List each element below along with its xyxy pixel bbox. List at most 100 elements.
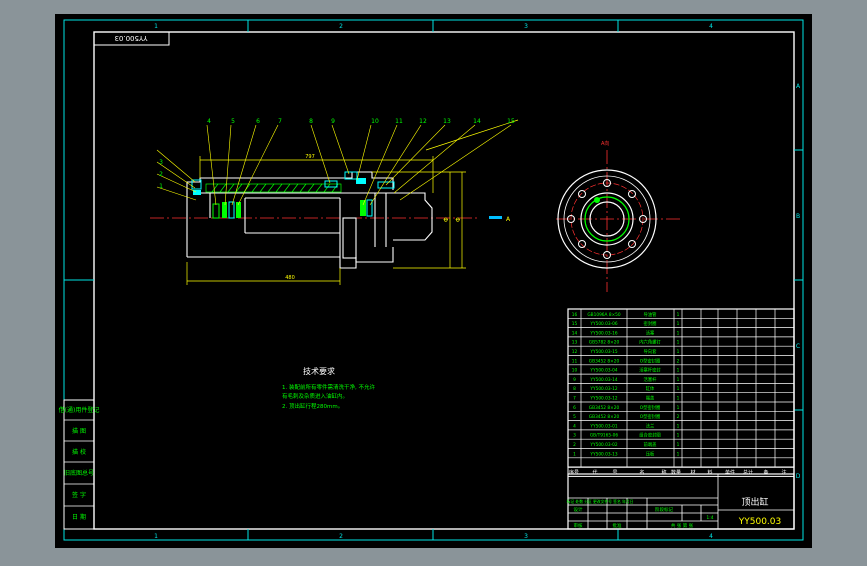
balloon-number: 6 xyxy=(256,118,260,125)
bom-cell-name: 导向套 xyxy=(644,348,658,355)
bom-cell-code: YY500.03-15 xyxy=(589,349,618,355)
bom-cell-qty: 1 xyxy=(677,368,680,374)
tech-note: 1. 装配前所有零件需清洗干净, 不允许 xyxy=(282,383,375,391)
bom-header-cell: 号 xyxy=(612,470,617,476)
side-cell: 借(通)用件登记 xyxy=(59,406,100,414)
dimension-text: 480 xyxy=(285,275,295,281)
title-cell: 审核 xyxy=(574,522,583,529)
title-cell: 1:4 xyxy=(706,515,713,521)
zone-col-label: 1 xyxy=(154,23,158,30)
bom-header-cell: 料 xyxy=(707,469,712,476)
bom-cell-qty: 1 xyxy=(677,349,680,355)
bom-cell-code: YY500.03-13 xyxy=(589,451,618,457)
bom-cell-code: GB1096A 8×50 xyxy=(587,312,621,318)
bom-header-cell: 备 xyxy=(763,469,768,476)
bom-header-cell: 注 xyxy=(781,469,786,476)
zone-row-label: C xyxy=(796,343,800,350)
bom-cell-code: GB5782 8×20 xyxy=(589,340,620,346)
bom-cell-code: YY500.03-12 xyxy=(589,396,618,402)
bom-header-cell: 总计 xyxy=(743,469,753,476)
balloon-number: 13 xyxy=(443,118,451,125)
balloon-number: 4 xyxy=(207,118,211,125)
balloon-number: 2 xyxy=(159,171,163,178)
bom-cell-no: 9 xyxy=(573,377,576,383)
zone-col-label: 2 xyxy=(339,533,343,540)
balloon-number: 11 xyxy=(395,118,403,125)
drawing-title: 顶出缸 xyxy=(741,496,768,508)
bom-cell-qty: 1 xyxy=(677,433,680,439)
bom-header-cell: 名 xyxy=(639,469,644,476)
balloon-number: 15 xyxy=(507,118,515,125)
tech-title: 技术要求 xyxy=(303,366,335,376)
bom-cell-no: 6 xyxy=(573,405,576,411)
title-cell: 标记 处数 分区 更改文件号 签名 年月日 xyxy=(567,499,634,504)
mirrored-drawing-number: YY500.03 xyxy=(114,34,148,42)
bom-cell-no: 12 xyxy=(572,349,578,355)
bom-cell-no: 13 xyxy=(572,340,578,346)
bom-cell-qty: 1 xyxy=(677,312,680,318)
sheet-background xyxy=(55,14,812,548)
bom-cell-qty: 1 xyxy=(677,340,680,346)
tech-note: 2. 顶出缸行程280mm。 xyxy=(282,402,343,410)
bom-cell-name: 端盖 xyxy=(646,395,655,402)
bom-header-cell: 数量 xyxy=(671,469,681,476)
side-cell: 描 图 xyxy=(72,427,86,435)
bom-cell-code: YY500.03-04 xyxy=(589,368,618,374)
bom-cell-no: 16 xyxy=(572,312,578,318)
bom-cell-qty: 1 xyxy=(677,330,680,336)
bom-cell-no: 2 xyxy=(573,442,576,448)
bom-cell-qty: 1 xyxy=(677,377,680,383)
bom-cell-name: 压板 xyxy=(646,450,655,457)
view-label: A向 xyxy=(601,140,609,147)
dimension-text: Φ xyxy=(455,217,462,222)
bom-cell-code: YY500.03-14 xyxy=(589,377,618,383)
tech-note: 有毛刺及杂质进入油缸内。 xyxy=(282,392,348,400)
side-cell: 日 期 xyxy=(72,513,86,521)
bom-cell-name: O型密封圈 xyxy=(640,357,661,364)
side-cell: 旧底图总号 xyxy=(64,469,94,477)
bom-cell-qty: 1 xyxy=(677,423,680,429)
balloon-number: 14 xyxy=(473,118,481,125)
bom-cell-no: 4 xyxy=(573,423,576,429)
cad-viewport[interactable]: 1 2 3 4 1 2 3 4 A B C D YY500.03 借(通)用件登… xyxy=(0,0,867,562)
bom-cell-code: YY500.03-16 xyxy=(589,330,618,336)
bom-cell-name: 内六角螺钉 xyxy=(639,339,661,346)
bom-cell-code: GB3452 8×20 xyxy=(589,414,620,420)
bom-header-cell: 代 xyxy=(592,469,597,476)
bom-cell-code: YY500.03-02 xyxy=(589,442,618,448)
zone-col-label: 3 xyxy=(524,23,528,30)
bom-cell-no: 5 xyxy=(573,414,576,420)
bom-header-cell: 序号 xyxy=(569,469,579,476)
dimension-text: Φ xyxy=(443,217,450,222)
bom-cell-code: GB3452 8×20 xyxy=(589,405,620,411)
bom-cell-name: 前端盖 xyxy=(644,441,658,448)
bom-cell-name: O型密封圈 xyxy=(640,404,661,411)
drawing-canvas: 1 2 3 4 1 2 3 4 A B C D YY500.03 借(通)用件登… xyxy=(55,14,812,548)
bom-cell-qty: 1 xyxy=(677,405,680,411)
bom-cell-qty: 1 xyxy=(677,321,680,327)
bom-cell-no: 1 xyxy=(573,451,576,457)
bom-cell-qty: 2 xyxy=(677,358,680,364)
bom-cell-name: 导油管 xyxy=(644,311,658,318)
bom-cell-code: GB/T9165-06 xyxy=(590,433,619,439)
bom-cell-no: 15 xyxy=(572,321,578,327)
title-cell: 阶段标记 xyxy=(655,506,673,513)
bom-cell-qty: 1 xyxy=(677,386,680,392)
zone-row-label: D xyxy=(796,473,801,480)
zone-col-label: 3 xyxy=(524,533,528,540)
bom-cell-name: 组合密封圈 xyxy=(639,432,660,439)
bom-cell-code: YY500.03-01 xyxy=(589,423,618,429)
bom-cell-no: 10 xyxy=(572,368,578,374)
bom-cell-no: 7 xyxy=(573,396,576,402)
balloon-number: 10 xyxy=(371,118,379,125)
view-direction-arrow xyxy=(489,216,502,219)
bom-header-cell: 材 xyxy=(690,469,695,476)
balloon-number: 3 xyxy=(159,159,163,166)
bom-cell-no: 14 xyxy=(572,330,578,336)
bom-cell-name: O型密封圈 xyxy=(640,413,661,420)
zone-col-label: 2 xyxy=(339,23,343,30)
bom-cell-code: GB3452 8×20 xyxy=(589,358,620,364)
title-cell: 批准 xyxy=(613,522,622,529)
balloon-number: 9 xyxy=(331,118,335,125)
bom-cell-qty: 1 xyxy=(677,442,680,448)
